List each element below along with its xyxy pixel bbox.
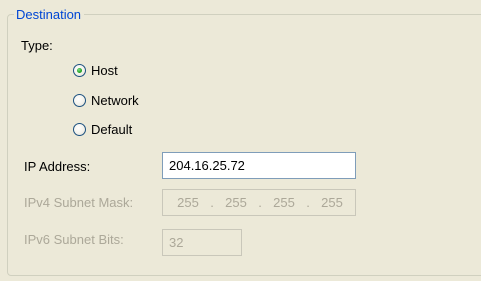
mask-separator: .	[210, 195, 214, 210]
ipv6-subnet-bits-label: IPv6 Subnet Bits:	[24, 232, 124, 247]
mask-separator: .	[258, 195, 262, 210]
mask-octet-4[interactable]: 255	[315, 190, 349, 215]
ipv4-subnet-mask-input[interactable]: 255 . 255 . 255 . 255	[162, 189, 356, 216]
radio-network[interactable]: Network	[73, 92, 139, 109]
mask-octet-3[interactable]: 255	[267, 190, 301, 215]
route-destination-panel: Destination Type: Host Network Default I…	[0, 0, 481, 281]
ip-address-label: IP Address:	[24, 159, 91, 174]
mask-octet-1[interactable]: 255	[171, 190, 205, 215]
mask-separator: .	[306, 195, 310, 210]
radio-default-indicator[interactable]	[73, 123, 86, 136]
radio-default[interactable]: Default	[73, 121, 132, 138]
radio-host-label[interactable]: Host	[91, 62, 118, 79]
destination-group-title: Destination	[14, 6, 85, 23]
ipv6-subnet-bits-input[interactable]: 32	[162, 229, 242, 256]
radio-network-indicator[interactable]	[73, 94, 86, 107]
radio-host[interactable]: Host	[73, 62, 118, 79]
ipv4-subnet-mask-label: IPv4 Subnet Mask:	[24, 195, 134, 210]
radio-default-label[interactable]: Default	[91, 121, 132, 138]
type-label: Type:	[21, 38, 53, 53]
radio-network-label[interactable]: Network	[91, 92, 139, 109]
ip-address-input[interactable]: 204.16.25.72	[162, 152, 356, 179]
radio-host-indicator[interactable]	[73, 64, 86, 77]
mask-octet-2[interactable]: 255	[219, 190, 253, 215]
